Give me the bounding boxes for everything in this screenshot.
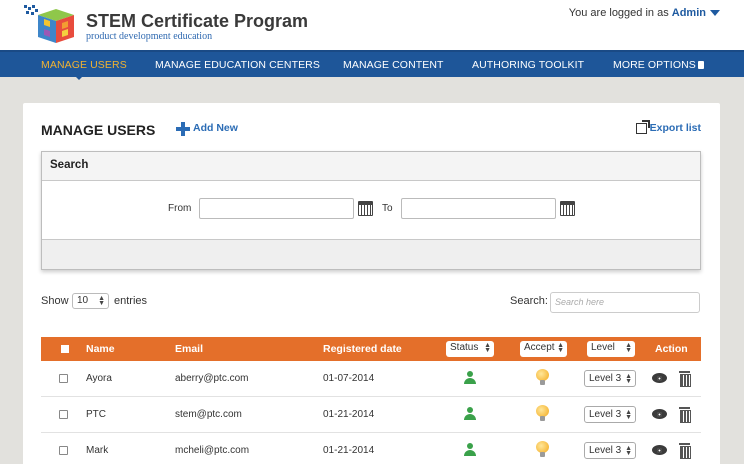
col-action: Action xyxy=(655,343,688,355)
trash-icon[interactable] xyxy=(679,407,691,423)
document-icon xyxy=(697,61,704,69)
trash-icon[interactable] xyxy=(679,443,691,459)
chevron-down-icon[interactable] xyxy=(710,10,720,17)
page-title: MANAGE USERS xyxy=(41,122,156,138)
row-checkbox[interactable] xyxy=(59,374,68,383)
search-label: Search: xyxy=(510,295,548,307)
registered-date: 01-21-2014 xyxy=(323,445,375,456)
row-checkbox[interactable] xyxy=(59,410,68,419)
main-panel: MANAGE USERS Add New Export list Search … xyxy=(23,103,720,464)
col-email[interactable]: Email xyxy=(175,343,203,355)
nav-manage-content[interactable]: MANAGE CONTENT xyxy=(343,59,444,71)
user-name: Mark xyxy=(86,445,109,456)
user-email: aberry@ptc.com xyxy=(175,373,249,384)
from-date-input[interactable] xyxy=(199,198,354,219)
username[interactable]: Admin xyxy=(672,7,706,19)
updown-icon: ▲ ▼ xyxy=(557,342,564,354)
user-status-icon[interactable] xyxy=(464,407,476,421)
top-header: STEM Certificate Program product develop… xyxy=(0,0,744,50)
table-header: Name Email Registered date Status ▲ ▼ Acce… xyxy=(41,337,701,361)
status-filter-label: Status xyxy=(450,342,479,353)
calendar-icon[interactable] xyxy=(560,201,575,216)
app-title: STEM Certificate Program xyxy=(86,11,309,31)
row-checkbox[interactable] xyxy=(59,446,68,455)
select-all-checkbox[interactable] xyxy=(61,345,69,353)
main-nav: MANAGE USERS MANAGE EDUCATION CENTERS MA… xyxy=(0,50,744,80)
updown-icon: ▲ ▼ xyxy=(625,409,632,421)
view-eye-icon[interactable] xyxy=(652,373,667,383)
level-value: Level 3 xyxy=(589,445,622,456)
nav-manage-users[interactable]: MANAGE USERS xyxy=(41,59,127,71)
updown-icon: ▲ ▼ xyxy=(625,342,632,354)
nav-more-options-label: MORE OPTIONS xyxy=(613,59,696,71)
user-status-icon[interactable] xyxy=(464,443,476,457)
table-row: Mark mcheli@ptc.com 01-21-2014 Level 3 ▲ ▼ xyxy=(41,433,701,464)
level-select[interactable]: Level 3 ▲ ▼ xyxy=(584,406,636,423)
app-subtitle: product development education xyxy=(86,31,213,42)
user-status-icon[interactable] xyxy=(464,371,476,385)
nav-authoring-toolkit[interactable]: AUTHORING TOOLKIT xyxy=(472,59,584,71)
level-select[interactable]: Level 3 ▲ ▼ xyxy=(584,442,636,459)
user-menu[interactable]: You are logged in as Admin xyxy=(569,7,720,19)
search-input[interactable]: Search here xyxy=(550,292,700,313)
plus-icon[interactable] xyxy=(176,122,190,136)
status-filter[interactable]: Status ▲ ▼ xyxy=(446,341,494,357)
export-list-button[interactable]: Export list xyxy=(650,122,701,134)
updown-icon: ▲ ▼ xyxy=(625,445,632,457)
level-filter[interactable]: Level ▲ ▼ xyxy=(587,341,635,357)
updown-icon: ▲ ▼ xyxy=(484,342,491,354)
lightbulb-icon[interactable] xyxy=(536,441,549,458)
view-eye-icon[interactable] xyxy=(652,409,667,419)
nav-manage-education-centers[interactable]: MANAGE EDUCATION CENTERS xyxy=(155,59,320,71)
view-eye-icon[interactable] xyxy=(652,445,667,455)
login-prefix: You are logged in as xyxy=(568,7,669,19)
stem-logo-icon xyxy=(24,5,74,43)
user-email: stem@ptc.com xyxy=(175,409,242,420)
show-label: Show xyxy=(41,295,69,307)
from-label: From xyxy=(168,203,192,214)
table-row: Ayora aberry@ptc.com 01-07-2014 Level 3 ▲… xyxy=(41,361,701,397)
calendar-icon[interactable] xyxy=(358,201,373,216)
updown-icon: ▲ ▼ xyxy=(98,295,105,307)
table-row: PTC stem@ptc.com 01-21-2014 Level 3 ▲ ▼ xyxy=(41,397,701,433)
to-date-input[interactable] xyxy=(401,198,556,219)
trash-icon[interactable] xyxy=(679,371,691,387)
entries-value: 10 xyxy=(77,295,89,306)
external-link-icon[interactable] xyxy=(636,120,650,134)
registered-date: 01-21-2014 xyxy=(323,409,375,420)
user-name: Ayora xyxy=(86,373,112,384)
col-name[interactable]: Name xyxy=(86,343,115,355)
to-label: To xyxy=(382,203,393,214)
entries-select[interactable]: 10 ▲ ▼ xyxy=(72,293,109,309)
lightbulb-icon[interactable] xyxy=(536,405,549,422)
level-value: Level 3 xyxy=(589,409,622,420)
accept-filter[interactable]: Accept ▲ ▼ xyxy=(520,341,567,357)
nav-more-options[interactable]: MORE OPTIONS xyxy=(613,59,704,71)
add-new-button[interactable]: Add New xyxy=(193,122,238,134)
updown-icon: ▲ ▼ xyxy=(625,373,632,385)
entries-label: entries xyxy=(114,295,148,307)
lightbulb-icon[interactable] xyxy=(536,369,549,386)
search-panel-title: Search xyxy=(42,152,700,181)
level-select[interactable]: Level 3 ▲ ▼ xyxy=(584,370,636,387)
level-filter-label: Level xyxy=(591,342,615,353)
search-panel-footer xyxy=(42,239,700,269)
level-value: Level 3 xyxy=(589,373,622,384)
active-indicator xyxy=(74,75,84,80)
user-name: PTC xyxy=(86,409,106,420)
accept-filter-label: Accept xyxy=(524,342,555,353)
search-panel: Search From To xyxy=(41,151,701,270)
registered-date: 01-07-2014 xyxy=(323,373,375,384)
user-email: mcheli@ptc.com xyxy=(175,445,250,456)
col-registered-date[interactable]: Registered date xyxy=(323,343,402,355)
